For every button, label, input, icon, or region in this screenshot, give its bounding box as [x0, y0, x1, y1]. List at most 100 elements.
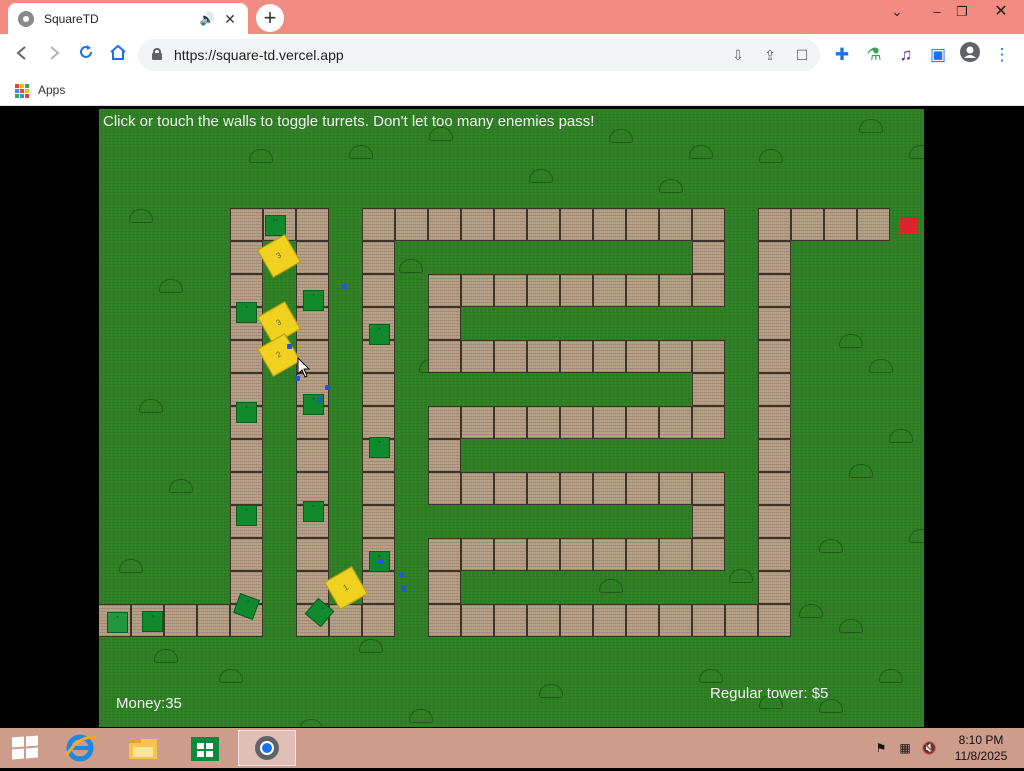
- turret[interactable]: ▪: [236, 402, 257, 423]
- wall-tile[interactable]: [659, 538, 692, 571]
- wall-tile[interactable]: [692, 340, 725, 373]
- wall-tile[interactable]: [296, 571, 329, 604]
- bookmark-star-icon[interactable]: ☐: [790, 43, 814, 67]
- system-clock[interactable]: 8:10 PM 11/8/2025: [948, 732, 1014, 764]
- extension-flask-icon[interactable]: ⚗: [861, 42, 887, 68]
- wall-tile[interactable]: [626, 340, 659, 373]
- install-app-icon[interactable]: ⇩: [726, 43, 750, 67]
- wall-tile[interactable]: [527, 472, 560, 505]
- wall-tile[interactable]: [527, 604, 560, 637]
- audio-playing-icon[interactable]: 🔊: [198, 11, 216, 27]
- wall-tile[interactable]: [494, 340, 527, 373]
- wall-tile[interactable]: [494, 208, 527, 241]
- wall-tile[interactable]: [428, 208, 461, 241]
- wall-tile[interactable]: [230, 340, 263, 373]
- game-canvas[interactable]: ▪▪ ▪ ▪ ▪ ▪ ▪ ▪ ▪ ▪ ▪ ▪ ▪ ▪ ▪ 3 3 2 1 Cli…: [99, 109, 924, 727]
- wall-tile[interactable]: [593, 340, 626, 373]
- wall-tile[interactable]: [296, 439, 329, 472]
- media-control-icon[interactable]: ♫: [893, 42, 919, 68]
- wall-tile[interactable]: [362, 208, 395, 241]
- wall-tile[interactable]: [494, 538, 527, 571]
- browser-tab[interactable]: SquareTD 🔊 ✕: [8, 3, 248, 34]
- wall-tile[interactable]: [659, 274, 692, 307]
- turret[interactable]: ▪: [369, 437, 390, 458]
- wall-tile[interactable]: [461, 340, 494, 373]
- wall-tile[interactable]: [230, 208, 263, 241]
- turret[interactable]: ▪: [369, 324, 390, 345]
- wall-tile[interactable]: [362, 505, 395, 538]
- wall-tile[interactable]: [626, 604, 659, 637]
- wall-tile[interactable]: [461, 538, 494, 571]
- wall-tile[interactable]: [428, 439, 461, 472]
- wall-tile[interactable]: [527, 406, 560, 439]
- wall-tile[interactable]: [362, 472, 395, 505]
- wall-tile[interactable]: [461, 406, 494, 439]
- wall-tile[interactable]: [428, 340, 461, 373]
- wall-tile[interactable]: [626, 538, 659, 571]
- wall-tile[interactable]: [857, 208, 890, 241]
- wall-tile[interactable]: [428, 472, 461, 505]
- wall-tile[interactable]: [560, 538, 593, 571]
- wall-tile[interactable]: [692, 406, 725, 439]
- wall-tile[interactable]: [560, 340, 593, 373]
- store-icon[interactable]: [183, 730, 227, 766]
- wall-tile[interactable]: [692, 274, 725, 307]
- back-button[interactable]: [9, 42, 35, 68]
- wall-tile[interactable]: [758, 373, 791, 406]
- turret[interactable]: ▪: [142, 611, 163, 632]
- wall-tile[interactable]: [659, 604, 692, 637]
- wall-tile[interactable]: [560, 274, 593, 307]
- forward-button[interactable]: [41, 42, 67, 68]
- wall-tile[interactable]: [428, 406, 461, 439]
- wall-tile[interactable]: [428, 604, 461, 637]
- wall-tile[interactable]: [428, 307, 461, 340]
- wall-tile[interactable]: [692, 373, 725, 406]
- wall-tile[interactable]: [758, 571, 791, 604]
- wall-tile[interactable]: [758, 406, 791, 439]
- wall-tile[interactable]: [329, 604, 362, 637]
- apps-grid-icon[interactable]: [15, 84, 29, 98]
- wall-tile[interactable]: [428, 538, 461, 571]
- turret[interactable]: ▪: [107, 612, 128, 633]
- turret[interactable]: ▪: [303, 290, 324, 311]
- wall-tile[interactable]: [659, 208, 692, 241]
- wall-tile[interactable]: [659, 340, 692, 373]
- chevron-down-icon[interactable]: ⌄: [880, 0, 914, 26]
- wall-tile[interactable]: [593, 406, 626, 439]
- wall-tile[interactable]: [296, 307, 329, 340]
- wall-tile[interactable]: [296, 208, 329, 241]
- share-icon[interactable]: ⇪: [758, 43, 782, 67]
- home-button[interactable]: [105, 42, 131, 68]
- wall-tile[interactable]: [164, 604, 197, 637]
- file-explorer-icon[interactable]: [121, 730, 165, 766]
- wall-tile[interactable]: [296, 241, 329, 274]
- wall-tile[interactable]: [593, 274, 626, 307]
- wall-tile[interactable]: [692, 604, 725, 637]
- wall-tile[interactable]: [758, 439, 791, 472]
- wall-tile[interactable]: [395, 208, 428, 241]
- wall-tile[interactable]: [758, 241, 791, 274]
- wall-tile[interactable]: [494, 406, 527, 439]
- wall-tile[interactable]: [626, 406, 659, 439]
- wall-tile[interactable]: [758, 340, 791, 373]
- close-tab-icon[interactable]: ✕: [222, 11, 238, 27]
- new-tab-button[interactable]: +: [256, 4, 284, 32]
- wall-tile[interactable]: [659, 472, 692, 505]
- wall-tile[interactable]: [758, 307, 791, 340]
- windows-start-icon[interactable]: [12, 735, 38, 760]
- wall-tile[interactable]: [758, 538, 791, 571]
- wall-tile[interactable]: [197, 604, 230, 637]
- menu-kebab-icon[interactable]: ⋮: [989, 42, 1015, 68]
- wall-tile[interactable]: [527, 538, 560, 571]
- wall-tile[interactable]: [362, 373, 395, 406]
- wall-tile[interactable]: [560, 472, 593, 505]
- wall-tile[interactable]: [692, 241, 725, 274]
- wall-tile[interactable]: [692, 208, 725, 241]
- wall-tile[interactable]: [494, 604, 527, 637]
- wall-tile[interactable]: [362, 406, 395, 439]
- chrome-taskbar-icon[interactable]: [238, 730, 296, 766]
- wall-tile[interactable]: [560, 406, 593, 439]
- wall-tile[interactable]: [230, 538, 263, 571]
- wall-tile[interactable]: [725, 604, 758, 637]
- wall-tile[interactable]: [230, 241, 263, 274]
